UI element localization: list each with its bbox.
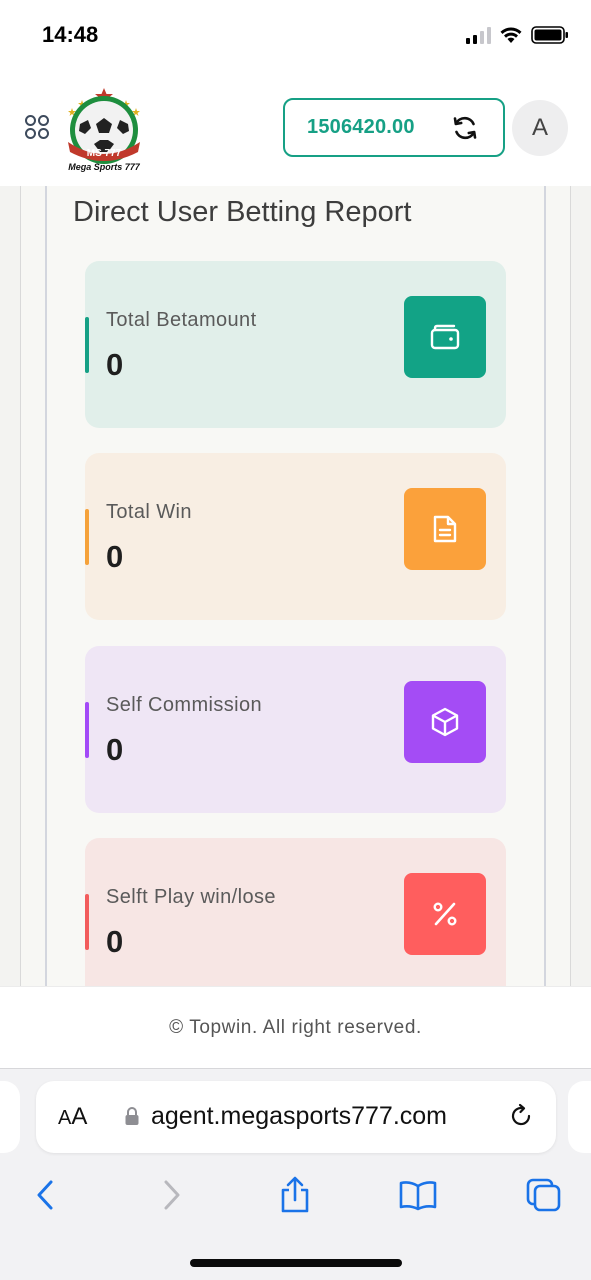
stat-label: Total Betamount [106,309,257,331]
balance-display[interactable]: 1506420.00 [283,98,505,157]
forward-button[interactable] [152,1175,192,1215]
cube-icon [404,681,486,763]
tabs-icon [526,1178,561,1212]
refresh-balance-icon[interactable] [451,114,479,142]
percent-icon [404,873,486,955]
page-footer: © Topwin. All right reserved. [0,986,591,1068]
stat-label: Total Win [106,501,192,523]
app-header: MS 777 Mega Sports 777 1506420.00 A [0,70,591,186]
tabs-button[interactable] [524,1175,564,1215]
stat-label: Self Commission [106,694,263,716]
copyright-text: © Topwin. All right reserved. [169,1016,422,1038]
wifi-icon [500,27,522,43]
next-tab-peek[interactable] [568,1081,591,1153]
stat-label: Selft Play win/lose [106,886,276,908]
home-indicator[interactable] [190,1259,402,1267]
card-accent-bar [85,894,89,950]
document-icon [404,488,486,570]
section-title: Direct User Betting Report [73,196,412,228]
status-icons [466,24,569,46]
browser-nav-row [0,1169,591,1219]
reload-icon[interactable] [508,1103,534,1129]
battery-icon [531,26,568,44]
back-button[interactable] [25,1175,65,1215]
stat-value: 0 [106,924,124,959]
stat-value: 0 [106,539,124,574]
browser-toolbar: AA agent.megasports777.com [0,1068,591,1280]
lock-icon [125,1107,139,1125]
url-text[interactable]: agent.megasports777.com [151,1102,447,1131]
chevron-right-icon [164,1180,180,1210]
chevron-left-icon [37,1180,53,1210]
bookmarks-button[interactable] [398,1175,438,1215]
card-accent-bar [85,317,89,373]
wallet-icon [404,296,486,378]
user-avatar[interactable]: A [512,100,568,156]
stat-value: 0 [106,347,124,382]
brand-logo[interactable]: MS 777 Mega Sports 777 [60,86,148,172]
soccer-ball-logo-icon: MS 777 [68,88,140,164]
stat-value: 0 [106,732,124,767]
card-accent-bar [85,702,89,758]
menu-grid-icon[interactable] [24,114,50,140]
previous-tab-peek[interactable] [0,1081,20,1153]
card-accent-bar [85,509,89,565]
svg-text:MS 777: MS 777 [87,148,122,159]
page-content: Direct User Betting Report Total Betamou… [0,186,591,986]
book-icon [399,1181,437,1211]
cellular-signal-icon [466,26,491,44]
stat-card-self-play-win-lose: Selft Play win/lose 0 [85,838,506,986]
status-bar: 14:48 [0,0,591,70]
stat-card-total-betamount: Total Betamount 0 [85,261,506,428]
text-size-button[interactable]: AA [58,1103,87,1131]
balance-value: 1506420.00 [307,116,415,138]
status-time: 14:48 [42,22,99,47]
stat-card-total-win: Total Win 0 [85,453,506,620]
brand-name: Mega Sports 777 [68,162,140,172]
share-icon [281,1176,309,1213]
stat-card-self-commission: Self Commission 0 [85,646,506,813]
share-button[interactable] [275,1175,315,1215]
address-bar[interactable]: AA agent.megasports777.com [36,1081,556,1153]
